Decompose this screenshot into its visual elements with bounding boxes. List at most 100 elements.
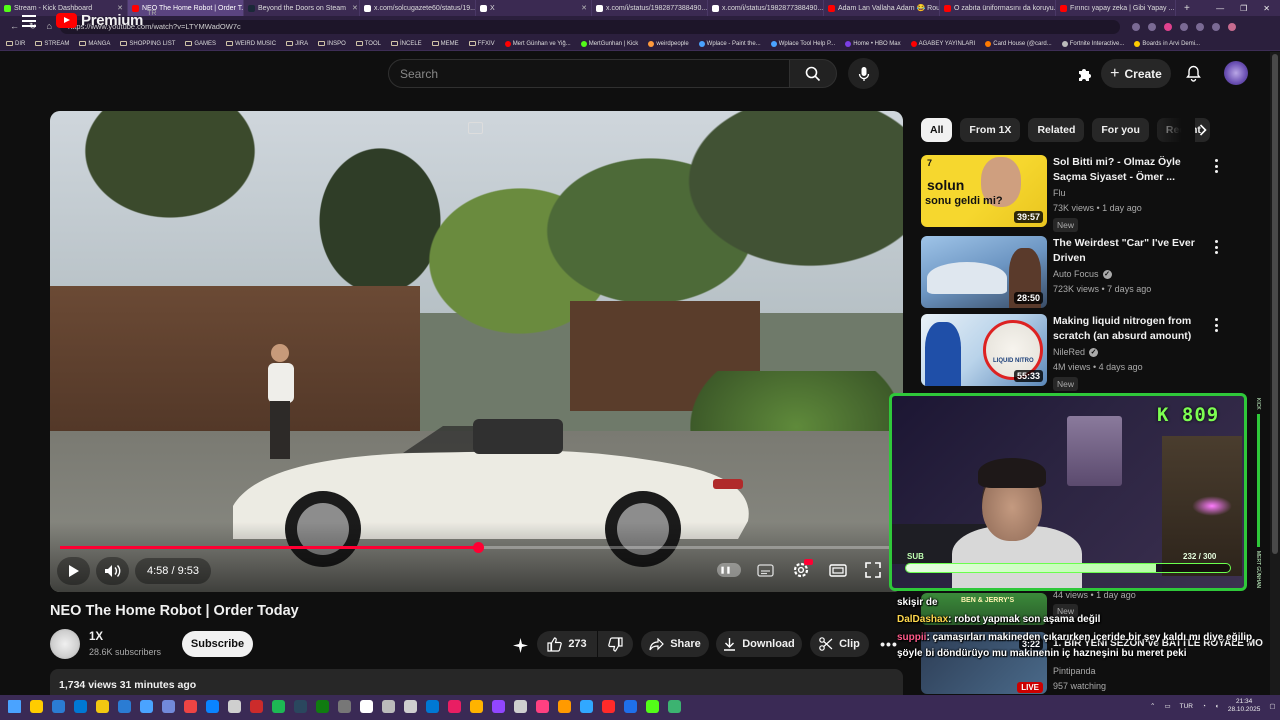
- autoplay-toggle[interactable]: ❚❚: [717, 563, 741, 577]
- clip-button[interactable]: Clip: [810, 631, 869, 657]
- bookmark-item[interactable]: Wplace - Paint the...: [698, 40, 761, 47]
- video-thumbnail[interactable]: solun sonu geldi mi? 7 39:57: [921, 155, 1047, 227]
- wifi-icon[interactable]: ◔: [1202, 703, 1206, 710]
- start-icon[interactable]: [8, 700, 21, 713]
- tab-close-icon[interactable]: ✕: [578, 4, 587, 12]
- video-channel[interactable]: Pintipanda: [1053, 666, 1096, 676]
- taskbar-app-icon[interactable]: [250, 700, 263, 713]
- video-channel[interactable]: NileRed ✓: [1053, 347, 1099, 357]
- taskbar-app-icon[interactable]: [558, 700, 571, 713]
- taskbar-app-icon[interactable]: [228, 700, 241, 713]
- menu-icon[interactable]: [22, 15, 36, 27]
- subscribe-button[interactable]: Subscribe: [182, 631, 253, 657]
- bookmark-item[interactable]: MANGA: [79, 41, 110, 47]
- extension-icon[interactable]: [1147, 22, 1156, 31]
- video-title[interactable]: Sol Bitti mi? - Olmaz Öyle Saçma Siyaset…: [1053, 155, 1203, 185]
- youtube-premium-logo[interactable]: Premium TR: [56, 10, 156, 29]
- filter-chip[interactable]: All: [921, 118, 953, 142]
- bookmark-item[interactable]: GAMES: [185, 41, 216, 47]
- taskbar-app-icon[interactable]: [492, 700, 505, 713]
- bookmark-item[interactable]: MEME: [431, 41, 459, 47]
- clock[interactable]: 21:34 28.10.2025: [1228, 698, 1261, 714]
- filter-chip[interactable]: For you: [1092, 118, 1149, 142]
- bookmark-item[interactable]: DIR: [6, 41, 25, 47]
- profile-icon[interactable]: [1227, 22, 1236, 31]
- taskbar-app-icon[interactable]: [30, 700, 43, 713]
- account-avatar[interactable]: [1224, 61, 1248, 85]
- minimize-icon[interactable]: —: [1216, 4, 1224, 13]
- video-title[interactable]: Making liquid nitrogen from scratch (an …: [1053, 314, 1203, 344]
- voice-search-button[interactable]: [848, 58, 879, 89]
- browser-tab[interactable]: x.com/solcugazete60/status/19...✕: [360, 0, 476, 16]
- recommended-video[interactable]: solun sonu geldi mi? 7 39:57 Sol Bitti m…: [921, 155, 1251, 232]
- create-button[interactable]: + Create: [1101, 59, 1171, 88]
- taskbar-app-icon[interactable]: [624, 700, 637, 713]
- notification-center-icon[interactable]: ▢: [1269, 702, 1275, 710]
- browser-tab[interactable]: x.com/i/status/1982877388490...✕: [708, 0, 824, 16]
- video-thumbnail[interactable]: LIQUID NITRO 55:33: [921, 314, 1047, 386]
- taskbar-app-icon[interactable]: [514, 700, 527, 713]
- taskbar-app-icon[interactable]: [118, 700, 131, 713]
- dislike-button[interactable]: [598, 631, 633, 657]
- scrollbar-thumb[interactable]: [1272, 54, 1278, 554]
- bookmark-item[interactable]: AGABEY YAYINLARI: [910, 40, 975, 47]
- extension-icon[interactable]: [1211, 22, 1220, 31]
- maximize-icon[interactable]: ❐: [1240, 4, 1247, 13]
- close-window-icon[interactable]: ✕: [1263, 4, 1270, 13]
- download-button[interactable]: Download: [716, 631, 802, 657]
- address-bar[interactable]: https://www.youtube.com/watch?v=LTYMWadO…: [59, 19, 1120, 34]
- search-button[interactable]: [789, 59, 837, 88]
- search-input[interactable]: Search: [388, 59, 790, 88]
- taskbar-app-icon[interactable]: [668, 700, 681, 713]
- filter-chip[interactable]: From 1X: [960, 118, 1021, 142]
- browser-tab[interactable]: Beyond the Doors on Steam ✕: [244, 0, 360, 16]
- bookmark-item[interactable]: FFXIV: [468, 41, 495, 47]
- notifications-button[interactable]: [1183, 63, 1203, 83]
- progress-bar[interactable]: [60, 542, 893, 553]
- bookmark-item[interactable]: STREAM: [35, 41, 69, 47]
- taskbar-app-icon[interactable]: [272, 700, 285, 713]
- bookmark-item[interactable]: INSPO: [318, 41, 346, 47]
- filter-chip[interactable]: Related: [1028, 118, 1085, 142]
- video-options-button[interactable]: [1211, 159, 1221, 173]
- cast-icon[interactable]: [468, 122, 483, 134]
- bookmark-item[interactable]: TOOL: [355, 41, 381, 47]
- bookmark-item[interactable]: Home • HBO Max: [845, 40, 901, 47]
- taskbar-app-icon[interactable]: [162, 700, 175, 713]
- speaker-icon[interactable]: ◖: [1215, 703, 1219, 710]
- bookmark-item[interactable]: JIRA: [286, 41, 308, 47]
- browser-tab[interactable]: X ✕: [476, 0, 592, 16]
- share-button[interactable]: Share: [641, 631, 709, 657]
- bookmark-item[interactable]: weirdpeople: [648, 40, 689, 47]
- video-channel[interactable]: Auto Focus ✓: [1053, 269, 1112, 279]
- video-title[interactable]: The Weirdest "Car" I've Ever Driven: [1053, 236, 1203, 266]
- chips-next-button[interactable]: [1196, 123, 1210, 137]
- description-box[interactable]: 1,734 views 31 minutes ago: [50, 669, 903, 695]
- video-options-button[interactable]: [1211, 318, 1221, 332]
- taskbar-app-icon[interactable]: [602, 700, 615, 713]
- bookmark-item[interactable]: Fortnite Interactive...: [1061, 40, 1124, 47]
- new-tab-icon[interactable]: +: [1176, 3, 1198, 14]
- taskbar-app-icon[interactable]: [536, 700, 549, 713]
- taskbar-app-icon[interactable]: [426, 700, 439, 713]
- video-options-button[interactable]: [1211, 240, 1221, 254]
- taskbar-app-icon[interactable]: [382, 700, 395, 713]
- bookmark-item[interactable]: Boards in Arvi Demi...: [1134, 40, 1200, 47]
- settings-button[interactable]: [790, 559, 813, 581]
- recommended-video[interactable]: 28:50 The Weirdest "Car" I've Ever Drive…: [921, 236, 1251, 308]
- video-player[interactable]: 4:58 / 9:53 ❚❚: [50, 111, 903, 592]
- taskbar-app-icon[interactable]: [580, 700, 593, 713]
- channel-name[interactable]: 1X: [89, 631, 103, 643]
- bookmark-item[interactable]: SHOPPING LIST: [120, 41, 175, 47]
- video-thumbnail[interactable]: 28:50: [921, 236, 1047, 308]
- bookmark-item[interactable]: İNCELE: [390, 41, 422, 47]
- browser-tab[interactable]: Fırıncı yapay zeka | Gibi Yapay ...✕: [1056, 0, 1176, 16]
- taskbar-app-icon[interactable]: [360, 700, 373, 713]
- bookmark-item[interactable]: Card House (@card...: [985, 40, 1052, 47]
- chevron-up-icon[interactable]: ⌃: [1150, 702, 1155, 710]
- taskbar-app-icon[interactable]: [52, 700, 65, 713]
- tab-close-icon[interactable]: ✕: [114, 4, 123, 12]
- taskbar-app-icon[interactable]: [206, 700, 219, 713]
- like-button[interactable]: 273: [537, 631, 597, 657]
- taskbar-app-icon[interactable]: [646, 700, 659, 713]
